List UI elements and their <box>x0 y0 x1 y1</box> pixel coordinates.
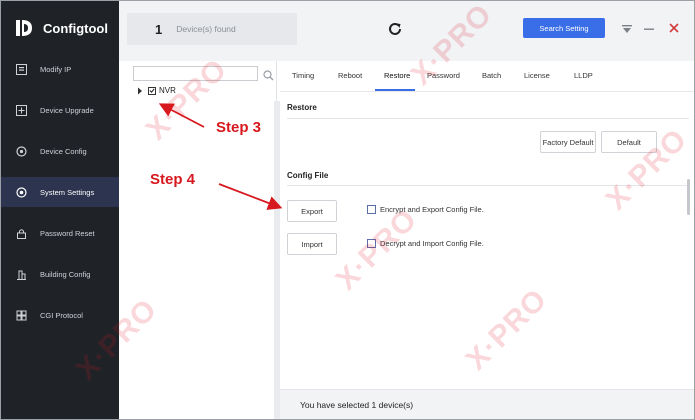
status-bar: You have selected 1 device(s) <box>280 389 694 419</box>
sidebar-item-label: Modify IP <box>40 64 72 74</box>
tab-divider <box>280 91 694 92</box>
sidebar-item-device-config[interactable]: Device Config <box>1 136 119 166</box>
scrollbar[interactable] <box>687 179 690 215</box>
device-count-label: Device(s) found <box>176 24 236 34</box>
building-icon <box>15 268 27 280</box>
restore-section-title: Restore <box>287 103 317 112</box>
tab-license[interactable]: License <box>524 71 550 80</box>
watermark-logo: X·PRO <box>329 202 424 297</box>
watermark-logo: X·PRO <box>69 292 164 387</box>
device-count-box: 1 Device(s) found <box>127 13 297 45</box>
selection-status: You have selected 1 device(s) <box>300 400 414 410</box>
tab-reboot[interactable]: Reboot <box>338 71 362 80</box>
sidebar-item-modify-ip[interactable]: Modify IP <box>1 54 119 84</box>
configtool-window: Configtool Modify IP Device Upgrade Devi… <box>0 0 695 420</box>
filter-icon[interactable] <box>621 22 633 34</box>
device-count: 1 <box>155 21 163 37</box>
tab-bar: Timing Reboot Restore Password Batch Lic… <box>280 61 694 92</box>
watermark-logo: X·PRO <box>404 0 499 92</box>
app-logo-icon <box>13 17 35 39</box>
sidebar-item-label: Device Config <box>40 146 87 156</box>
step-4-annotation: Step 4 <box>150 171 196 188</box>
sidebar-item-building-config[interactable]: Building Config <box>1 259 119 289</box>
modify-ip-icon <box>15 63 27 75</box>
app-title: Configtool <box>43 20 108 36</box>
settings-icon <box>15 186 27 198</box>
upgrade-icon <box>15 104 27 116</box>
tab-lldp[interactable]: LLDP <box>574 71 593 80</box>
brand: Configtool <box>13 15 108 41</box>
sidebar-item-label: System Settings <box>40 187 95 197</box>
tab-timing[interactable]: Timing <box>292 71 314 80</box>
config-icon <box>15 145 27 157</box>
sidebar-item-device-upgrade[interactable]: Device Upgrade <box>1 95 119 125</box>
factory-default-button[interactable]: Factory Default <box>540 131 596 153</box>
sidebar-item-system-settings[interactable]: System Settings <box>1 177 119 207</box>
sidebar-item-label: Building Config <box>40 269 91 279</box>
sidebar-item-label: Device Upgrade <box>40 105 94 115</box>
sidebar-item-label: Password Reset <box>40 228 95 238</box>
section-divider <box>287 118 689 119</box>
search-icon[interactable] <box>263 68 274 81</box>
watermark-logo: X·PRO <box>139 52 234 147</box>
watermark-logo: X·PRO <box>599 122 694 217</box>
config-file-section-title: Config File <box>287 171 329 180</box>
search-setting-button[interactable]: Search Setting <box>523 18 605 38</box>
sidebar-item-password-reset[interactable]: Password Reset <box>1 218 119 248</box>
grid-icon <box>15 309 27 321</box>
minimize-icon[interactable] <box>643 22 655 34</box>
close-icon[interactable] <box>668 21 680 33</box>
lock-icon <box>15 227 27 239</box>
watermark-logo: X·PRO <box>459 282 554 377</box>
step-3-annotation: Step 3 <box>216 119 262 136</box>
